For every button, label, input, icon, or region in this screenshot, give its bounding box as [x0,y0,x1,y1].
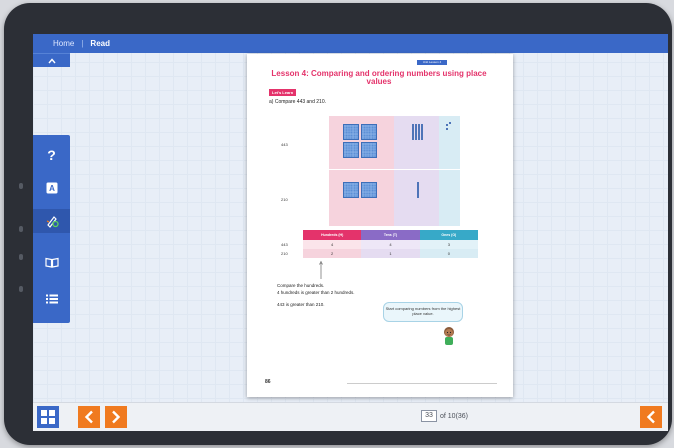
tool-sidebar: ? A [33,135,70,323]
question-text: a) Compare 443 and 210. [269,99,326,105]
translate-icon: A [46,182,57,194]
ones-column [439,116,460,226]
table-cell: 4 [303,240,362,249]
one-cube [446,124,448,126]
book-button[interactable] [33,250,70,274]
help-icon: ? [47,147,56,163]
book-page: Unit Lesson 4 Lesson 4: Comparing and or… [247,54,513,397]
app-screen: Home | Read ? A Unit Lesson 4 Lesson 4: … [33,34,668,431]
header-tens: Tens (T) [361,230,420,240]
page-indicator: 33 of 10(36) [421,410,468,422]
table-cell: 1 [361,249,420,258]
hundred-block [361,124,377,140]
bottom-bar: 33 of 10(36) [33,402,668,431]
page-number: 86 [265,379,271,385]
base-ten-blocks [329,116,460,226]
row-label-443: 443 [281,142,288,147]
tablet-side-button [19,254,23,260]
one-cube [449,122,451,124]
hundred-block [343,182,359,198]
tablet-side-button [19,226,23,232]
tablet-side-button [19,286,23,292]
header-hundreds: Hundreds (H) [303,230,362,240]
row-label-210: 210 [281,197,288,202]
tablet-side-button [19,183,23,189]
compare-text: Compare the hundreds. [277,283,325,288]
table-cell: 4 [361,240,420,249]
ten-rod [421,124,423,140]
back-button[interactable] [640,406,662,428]
hundred-block [343,142,359,158]
hundred-block [361,142,377,158]
header-ones: Ones (O) [419,230,478,240]
contents-button[interactable] [33,287,70,311]
compare-detail: 4 hundreds is greater than 2 hundreds. [277,290,355,295]
table-row-label: 443 [281,242,288,247]
arrow-up-icon [319,260,323,279]
highlighter-icon [46,216,59,228]
table-cell: 0 [419,249,478,258]
place-value-table: Hundreds (H) Tens (T) Ones (O) 443 4 4 3… [281,230,478,258]
hundred-block [361,182,377,198]
unit-tag: Unit Lesson 4 [417,60,447,65]
chevron-right-icon [112,410,121,424]
thumbnails-button[interactable] [37,406,59,428]
table-header: Hundreds (H) Tens (T) Ones (O) [303,230,478,240]
breadcrumb-separator: | [81,39,84,48]
svg-text:A: A [49,184,55,193]
highlighter-button[interactable] [33,209,70,233]
breadcrumb: Home | Read [33,34,668,53]
tablet-frame: Home | Read ? A Unit Lesson 4 Lesson 4: … [4,3,672,445]
footer-rule [347,383,497,384]
table-cell: 2 [303,249,362,258]
breadcrumb-current: Read [90,39,110,48]
grid-icon [41,410,47,416]
chevron-left-icon [646,410,655,424]
lesson-title: Lesson 4: Comparing and ordering numbers… [271,69,487,86]
hundred-block [343,124,359,140]
chevron-left-icon [84,410,93,424]
table-row-label: 210 [281,251,288,256]
ten-rod [418,124,420,140]
chevron-up-icon [47,57,56,63]
ten-rod [415,124,417,140]
book-icon [44,257,59,268]
previous-page-button[interactable] [78,406,100,428]
collapse-toolbar-button[interactable] [33,53,70,67]
ten-rod [417,182,419,198]
speech-bubble: Start comparing numbers from the highest… [383,302,463,322]
help-button[interactable]: ? [33,143,70,167]
breadcrumb-home[interactable]: Home [53,39,74,48]
row-divider [329,169,460,170]
one-cube [446,128,448,130]
student-character-icon [444,327,454,345]
lets-learn-badge: Let's Learn [269,89,297,96]
conclusion-text: 443 is greater than 210. [277,302,325,307]
table-row: 443 4 4 3 [281,240,478,249]
translate-button[interactable]: A [33,176,70,200]
page-total: of 10(36) [440,412,469,420]
table-cell: 3 [419,240,478,249]
table-row: 210 2 1 0 [281,249,478,258]
list-icon [45,294,58,304]
ten-rod [412,124,414,140]
next-page-button[interactable] [105,406,127,428]
page-number-input[interactable]: 33 [421,410,437,422]
